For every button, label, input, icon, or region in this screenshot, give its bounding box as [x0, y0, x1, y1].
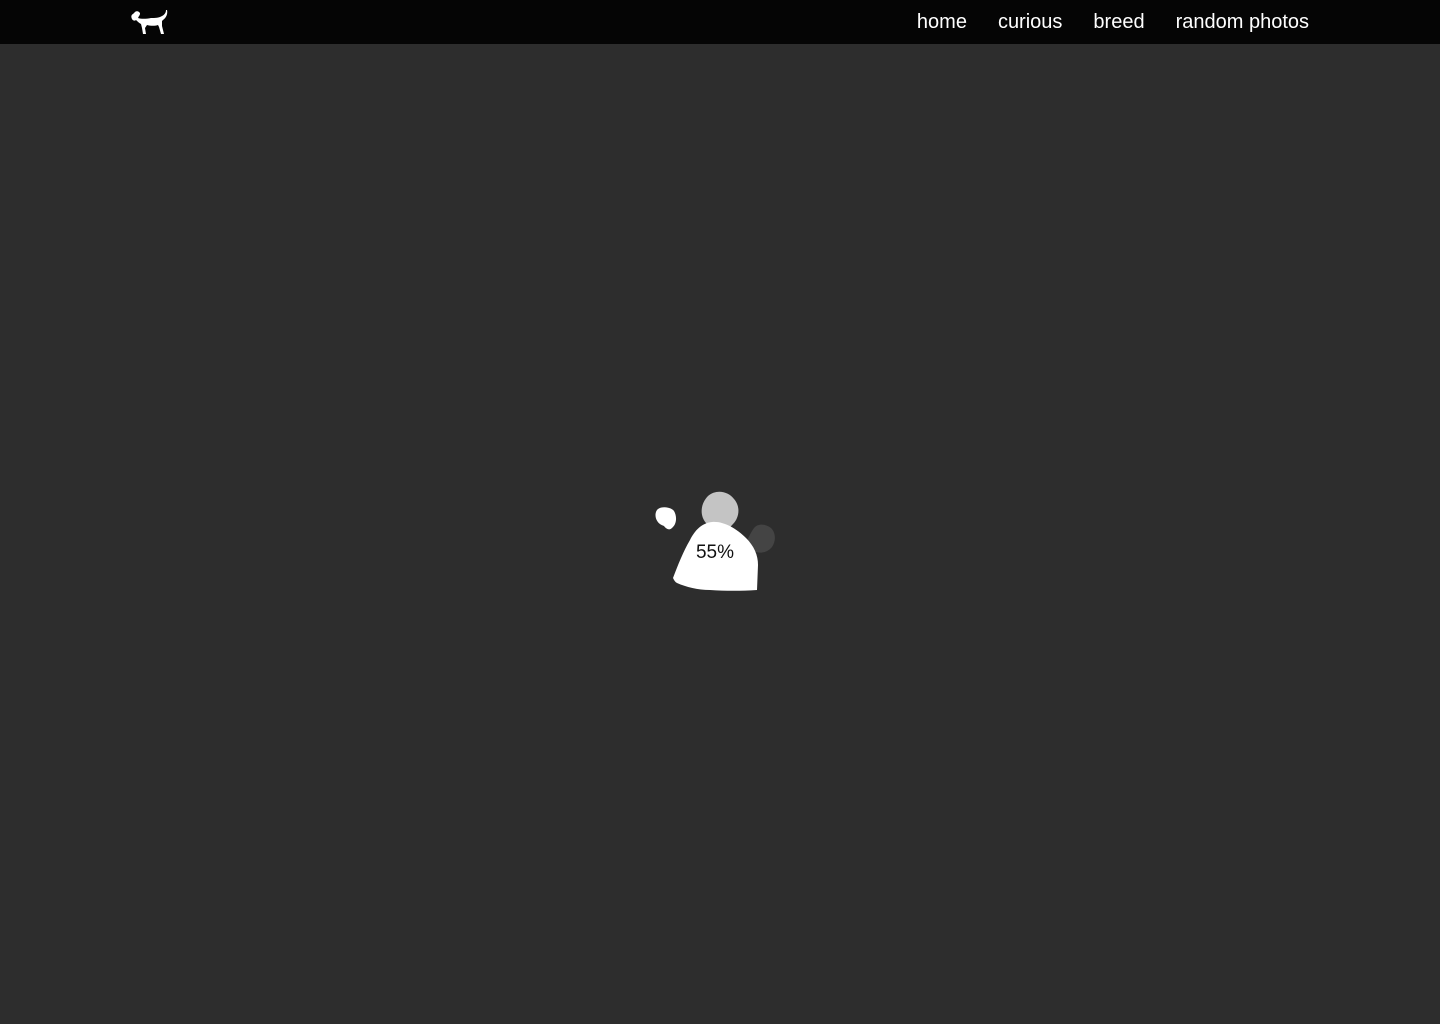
nav-link-breed[interactable]: breed: [1093, 0, 1144, 44]
paw-print-icon: [655, 491, 775, 591]
dog-logo-icon[interactable]: [128, 6, 168, 38]
paw-toe-left: [655, 507, 677, 530]
paw-loader: 55%: [640, 444, 800, 594]
nav-link-home[interactable]: home: [917, 0, 967, 44]
nav-link-random-photos[interactable]: random photos: [1176, 0, 1309, 44]
main-nav: home curious breed random photos: [917, 0, 1309, 44]
nav-link-curious[interactable]: curious: [998, 0, 1062, 44]
loading-progress-text: 55%: [695, 542, 735, 563]
top-navbar: home curious breed random photos: [0, 0, 1440, 44]
main-content: 55%: [0, 44, 1440, 1024]
